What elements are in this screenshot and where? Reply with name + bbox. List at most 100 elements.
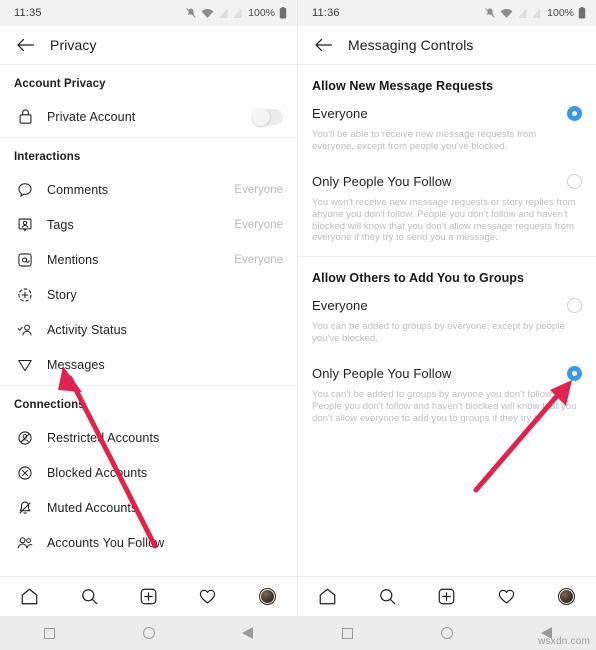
status-bar-right: 11:36 100%: [298, 0, 596, 26]
home-circle-icon: [440, 627, 453, 639]
bell-muted-icon: [484, 7, 496, 19]
page-title: Messaging Controls: [348, 37, 474, 53]
android-nav-bar-left[interactable]: [0, 616, 297, 650]
row-accounts-you-follow[interactable]: Accounts You Follow: [0, 525, 297, 560]
row-label: Activity Status: [47, 322, 127, 337]
restricted-accounts-icon: [14, 427, 36, 449]
activity-status-icon: [14, 319, 36, 341]
status-bar-left: 11:35 100%: [0, 0, 297, 26]
row-muted-accounts[interactable]: Muted Accounts: [0, 490, 297, 525]
row-label: Private Account: [47, 109, 136, 124]
row-value: Everyone: [234, 183, 283, 196]
row-story[interactable]: Story: [0, 277, 297, 312]
muted-accounts-icon: [14, 497, 36, 519]
tab-add-post[interactable]: [130, 582, 166, 612]
row-label: Comments: [47, 182, 109, 197]
section-header-connections: Connections: [14, 399, 85, 411]
status-icon-group: 100%: [484, 7, 586, 19]
recents-square-icon: [342, 627, 354, 639]
nav-recents-button[interactable]: [33, 620, 67, 646]
row-messages[interactable]: Messages: [0, 347, 297, 382]
messaging-controls-screen: 11:36 100% Messaging Controls Allow New …: [298, 0, 596, 650]
toggle-knob: [252, 107, 270, 126]
group-header-allow-others-to-add-you-to-groups: Allow Others to Add You to Groups: [312, 271, 525, 286]
mention-at-icon: [14, 249, 36, 271]
row-label: Restricted Accounts: [47, 430, 160, 445]
home-circle-icon: [142, 627, 155, 639]
row-activity-status[interactable]: Activity Status: [0, 312, 297, 347]
instagram-tab-bar-right[interactable]: [298, 576, 596, 616]
battery-percent: 100%: [547, 7, 574, 19]
android-nav-bar-right[interactable]: wsxdn.com: [298, 616, 596, 650]
story-plus-icon: [14, 284, 36, 306]
option-description: You can't be added to groups by anyone y…: [312, 389, 577, 424]
instagram-tab-bar-left[interactable]: [0, 576, 297, 616]
page-title: Privacy: [50, 37, 97, 53]
tab-search[interactable]: [71, 582, 107, 612]
signal-bars-icon-1: [517, 8, 527, 19]
bell-muted-icon: [185, 7, 197, 19]
messaging-controls-list[interactable]: Allow New Message Requests Everyone You'…: [298, 65, 596, 576]
row-label: Story: [47, 287, 77, 302]
row-label: Messages: [47, 357, 105, 372]
section-header-account-privacy: Account Privacy: [14, 78, 106, 90]
tab-add-post[interactable]: [429, 582, 465, 612]
back-arrow-icon[interactable]: [310, 32, 336, 58]
radio-only-people-you-follow-groups[interactable]: [567, 366, 582, 381]
tab-profile[interactable]: [548, 582, 584, 612]
row-label: Accounts You Follow: [47, 535, 165, 550]
option-label: Everyone: [312, 298, 368, 314]
status-time: 11:36: [312, 7, 340, 19]
recents-square-icon: [44, 627, 55, 639]
option-description: You can be added to groups by everyone, …: [312, 321, 565, 345]
row-tags[interactable]: Tags Everyone: [0, 207, 297, 242]
row-label: Mentions: [47, 252, 99, 267]
profile-avatar-icon: [557, 588, 575, 605]
privacy-screen: 11:35 100% Privacy Account Privacy Priva…: [0, 0, 298, 650]
row-blocked-accounts[interactable]: Blocked Accounts: [0, 455, 297, 490]
option-description: You won't receive new message requests o…: [312, 196, 576, 244]
option-row-only-people-you-follow-groups[interactable]: Only People You Follow: [298, 355, 596, 383]
status-icon-group: 100%: [185, 7, 287, 19]
tab-home[interactable]: [12, 582, 48, 612]
watermark: wsxdn.com: [538, 636, 590, 647]
option-description: You'll be able to receive new message re…: [312, 129, 537, 152]
tab-activity[interactable]: [190, 582, 226, 612]
row-comments[interactable]: Comments Everyone: [0, 172, 297, 207]
privacy-settings-list[interactable]: Account Privacy Private Account Interact…: [0, 65, 297, 576]
tab-search[interactable]: [369, 582, 405, 612]
back-triangle-icon: [242, 627, 253, 639]
row-restricted-accounts[interactable]: Restricted Accounts: [0, 420, 297, 455]
tag-icon: [14, 214, 36, 236]
option-row-everyone-requests[interactable]: Everyone: [298, 95, 596, 123]
option-label: Everyone: [312, 106, 368, 121]
row-mentions[interactable]: Mentions Everyone: [0, 242, 297, 277]
radio-only-people-you-follow-requests[interactable]: [567, 173, 582, 189]
section-header-interactions: Interactions: [14, 151, 81, 163]
option-label: Only People You Follow: [312, 366, 452, 381]
radio-everyone-requests[interactable]: [567, 106, 582, 121]
messages-paperplane-icon: [14, 354, 36, 376]
option-row-everyone-groups[interactable]: Everyone: [298, 287, 596, 315]
dual-screenshot-container: 11:35 100% Privacy Account Privacy Priva…: [0, 0, 596, 650]
wifi-icon: [500, 8, 513, 19]
back-arrow-icon[interactable]: [12, 32, 38, 58]
private-account-toggle[interactable]: [252, 107, 283, 126]
nav-recents-button[interactable]: [331, 620, 365, 646]
tab-activity[interactable]: [489, 582, 525, 612]
tab-profile[interactable]: [249, 582, 285, 612]
wifi-icon: [201, 8, 214, 19]
battery-icon: [578, 7, 586, 19]
group-header-allow-new-message-requests: Allow New Message Requests: [312, 79, 494, 93]
nav-home-button[interactable]: [132, 620, 166, 646]
nav-home-button[interactable]: [430, 620, 464, 646]
tab-home[interactable]: [310, 582, 346, 612]
row-private-account[interactable]: Private Account: [0, 99, 297, 134]
nav-back-button[interactable]: [231, 620, 265, 646]
signal-bars-icon-2: [232, 8, 242, 19]
option-row-only-people-you-follow-requests[interactable]: Only People You Follow: [298, 163, 596, 191]
accounts-you-follow-icon: [14, 532, 36, 554]
battery-percent: 100%: [248, 7, 275, 19]
row-label: Blocked Accounts: [47, 465, 148, 480]
radio-everyone-groups[interactable]: [567, 298, 582, 314]
